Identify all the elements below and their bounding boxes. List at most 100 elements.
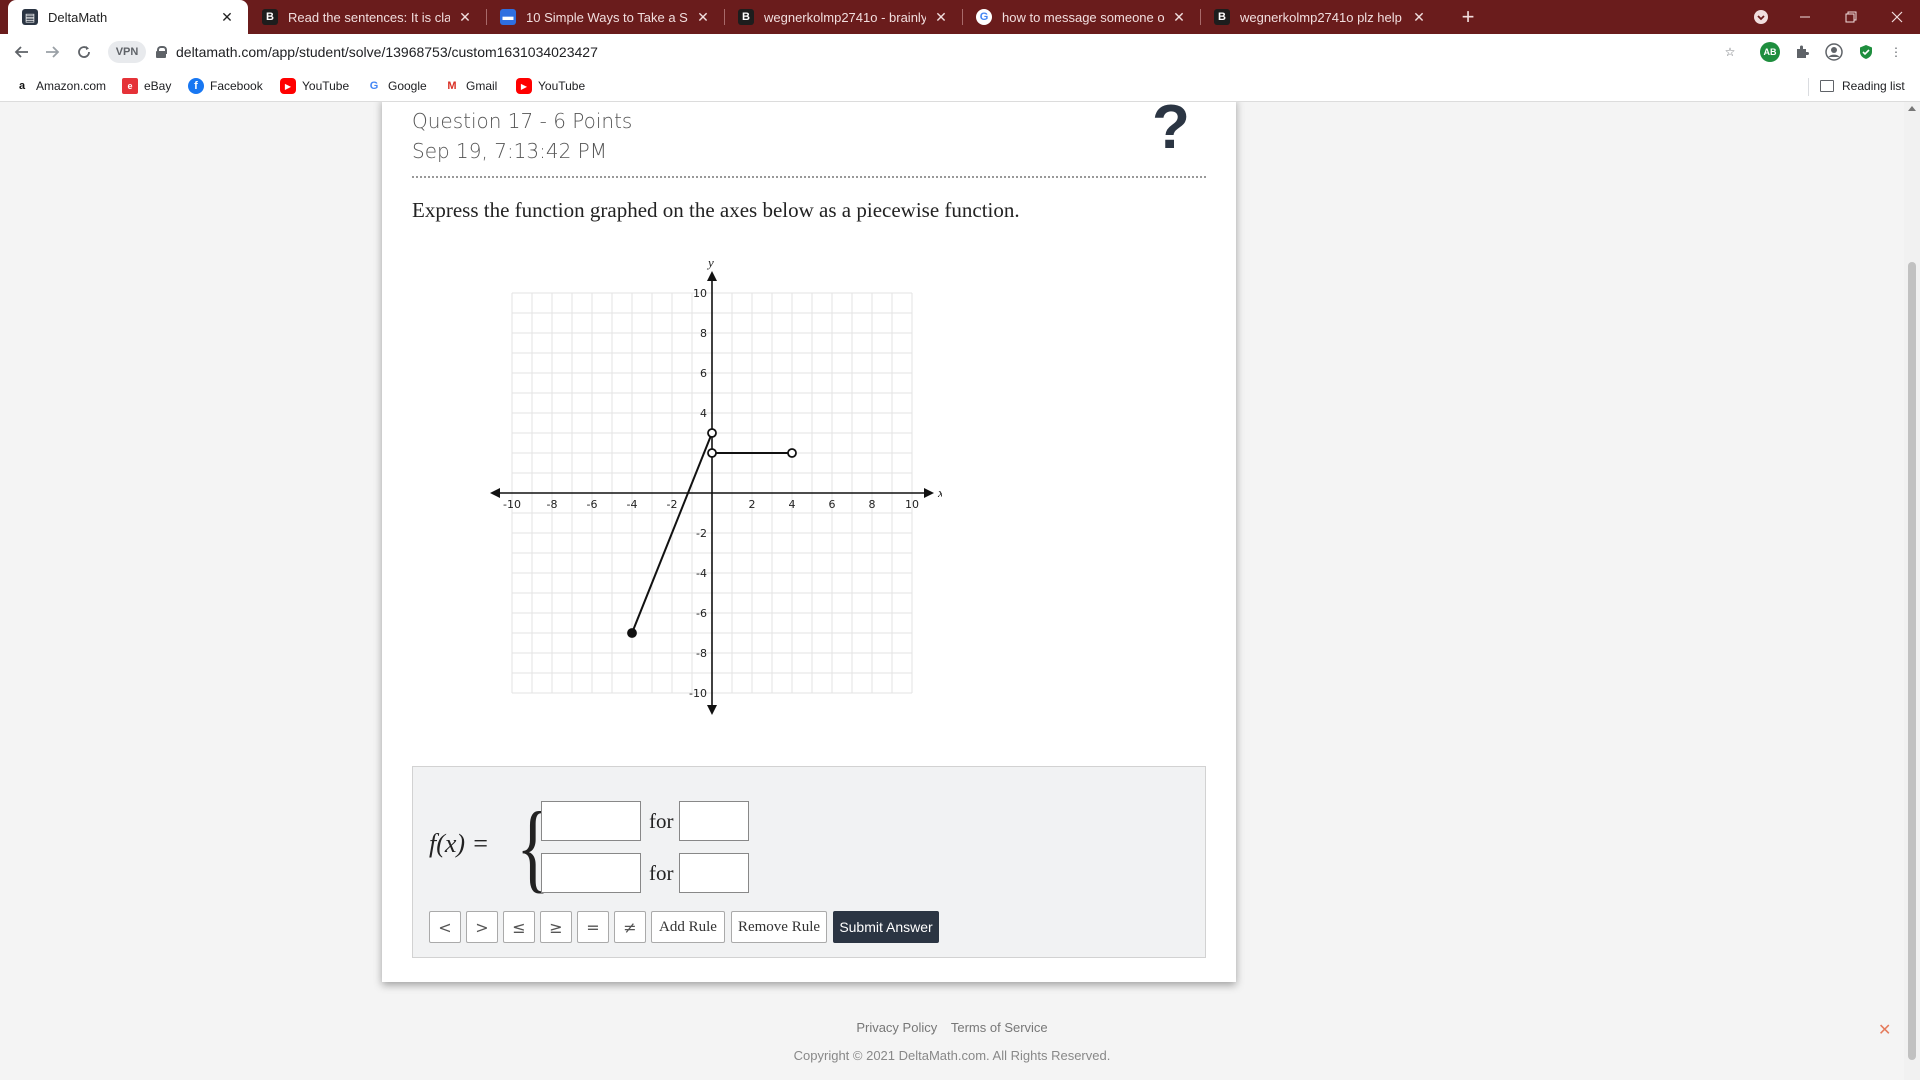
brainly-icon: B: [262, 9, 278, 25]
restore-icon[interactable]: [1828, 0, 1874, 34]
y-tick-label: 6: [700, 367, 707, 380]
bookmark-gmail[interactable]: M Gmail: [444, 77, 497, 95]
close-icon[interactable]: ✕: [932, 9, 950, 26]
y-tick-label: -10: [689, 687, 707, 700]
bookmark-label: YouTube: [302, 79, 350, 93]
extensions-icon[interactable]: [1792, 42, 1812, 62]
y-tick-label: 10: [693, 287, 707, 300]
bookmark-amazon[interactable]: a Amazon.com: [14, 77, 106, 95]
x-tick-label: 8: [869, 498, 876, 511]
tab-google-search[interactable]: G how to message someone on bra ✕: [962, 0, 1200, 34]
close-icon[interactable]: ✕: [456, 9, 474, 26]
less-equal-button[interactable]: ≤: [503, 911, 535, 943]
back-icon[interactable]: [10, 40, 34, 64]
bookmark-youtube[interactable]: ▶ YouTube: [280, 77, 349, 95]
close-icon[interactable]: ✕: [1410, 9, 1428, 26]
tab-title: Read the sentences: It is claimed: [288, 9, 450, 25]
equal-button[interactable]: =: [577, 911, 609, 943]
bookmark-label: YouTube: [538, 79, 586, 93]
bookmark-ebay[interactable]: e eBay: [122, 77, 171, 95]
rule-2-expression-input[interactable]: [541, 853, 641, 893]
minimize-icon[interactable]: [1782, 0, 1828, 34]
series-2-open-point: [707, 448, 717, 458]
profile-icon[interactable]: [1824, 42, 1844, 62]
tab-bar: ▤ DeltaMath ✕ B Read the sentences: It i…: [0, 0, 1920, 34]
forward-icon[interactable]: [40, 40, 64, 64]
close-icon[interactable]: ✕: [1878, 1020, 1891, 1040]
bookmark-facebook[interactable]: f Facebook: [188, 77, 263, 95]
close-icon[interactable]: ✕: [694, 9, 712, 26]
gmail-icon: M: [447, 80, 457, 92]
scrollbar[interactable]: [1904, 102, 1920, 1080]
y-tick-label: 4: [700, 407, 707, 420]
tab-search-icon[interactable]: [1738, 0, 1784, 34]
help-icon[interactable]: ?: [1152, 102, 1190, 163]
menu-icon[interactable]: ⋮: [1886, 42, 1906, 62]
x-tick-label: -8: [547, 498, 558, 511]
youtube-icon: ▶: [516, 78, 532, 94]
rule-1-for-label: for: [649, 809, 674, 833]
question-prompt: Express the function graphed on the axes…: [412, 198, 1020, 222]
tab-title: DeltaMath: [48, 9, 108, 25]
omnibox[interactable]: VPN deltamath.com/app/student/solve/1396…: [108, 38, 1748, 66]
function-graph: x y -10 -8 -6 -4 -2 2 4 6 8 10 10 8 6 4 -2 -4 -6 -8 -10: [490, 258, 942, 715]
close-window-icon[interactable]: [1874, 0, 1920, 34]
x-axis-label: x: [937, 485, 942, 500]
new-tab-button[interactable]: +: [1455, 4, 1481, 30]
series-1-closed-point: [627, 628, 637, 638]
close-icon[interactable]: ✕: [1170, 9, 1188, 26]
y-tick-label: -2: [696, 527, 707, 540]
y-axis-arrow-down: [707, 705, 717, 715]
star-icon[interactable]: ☆: [1720, 42, 1740, 62]
y-tick-label: -8: [696, 647, 707, 660]
bookmark-label: Google: [388, 79, 427, 93]
tab-brainly-help[interactable]: B wegnerkolmp2741o plz help me ✕: [1200, 0, 1440, 34]
reading-list-label: Reading list: [1842, 79, 1905, 93]
greater-than-button[interactable]: >: [466, 911, 498, 943]
reload-icon[interactable]: [72, 40, 96, 64]
tab-title: wegnerkolmp2741o - brainly.com: [764, 9, 926, 25]
terms-of-service-link[interactable]: Terms of Service: [951, 1020, 1048, 1035]
answer-panel: f(x) = { for for < > ≤ ≥ = ≠ Add Rule Re…: [412, 766, 1206, 958]
add-rule-button[interactable]: Add Rule: [651, 911, 725, 943]
deltamath-icon: ▤: [22, 9, 38, 25]
bookmark-label: eBay: [144, 79, 172, 93]
ebay-icon: e: [122, 78, 138, 94]
tab-brainly-profile[interactable]: B wegnerkolmp2741o - brainly.com ✕: [724, 0, 962, 34]
bookmarks-divider: [1808, 78, 1809, 96]
divider: [412, 176, 1206, 178]
bookmark-label: Facebook: [210, 79, 263, 93]
y-tick-label: -6: [696, 607, 707, 620]
bookmark-youtube-2[interactable]: ▶ YouTube: [516, 77, 585, 95]
url-text[interactable]: deltamath.com/app/student/solve/13968753…: [176, 44, 598, 60]
vpn-badge[interactable]: VPN: [108, 41, 146, 63]
series-2-open-point: [787, 448, 797, 458]
rule-1-expression-input[interactable]: [541, 801, 641, 841]
shield-icon[interactable]: [1856, 42, 1876, 62]
submit-answer-button[interactable]: Submit Answer: [833, 911, 939, 943]
greater-equal-button[interactable]: ≥: [540, 911, 572, 943]
not-equal-button[interactable]: ≠: [614, 911, 646, 943]
lock-icon[interactable]: [156, 46, 167, 58]
privacy-policy-link[interactable]: Privacy Policy: [856, 1020, 937, 1035]
scroll-thumb[interactable]: [1908, 262, 1916, 1060]
scroll-up-icon[interactable]: [1908, 106, 1916, 111]
rule-2-domain-input[interactable]: [679, 853, 749, 893]
remove-rule-button[interactable]: Remove Rule: [731, 911, 827, 943]
footer-links: Privacy Policy Terms of Service: [0, 1020, 1904, 1035]
brainly-icon: B: [1214, 9, 1230, 25]
tab-screenshot-guide[interactable]: ▬ 10 Simple Ways to Take a Screen ✕: [486, 0, 724, 34]
less-than-button[interactable]: <: [429, 911, 461, 943]
reading-list-icon: [1820, 80, 1834, 92]
google-icon: G: [369, 80, 379, 92]
fx-label: f(x) =: [429, 829, 490, 858]
y-axis-label: y: [706, 258, 714, 270]
tab-brainly-sentences[interactable]: B Read the sentences: It is claimed ✕: [248, 0, 486, 34]
rule-1-domain-input[interactable]: [679, 801, 749, 841]
close-icon[interactable]: ✕: [218, 9, 236, 26]
adblock-icon[interactable]: AB: [1760, 42, 1780, 62]
x-tick-label: 4: [789, 498, 796, 511]
tab-deltamath[interactable]: ▤ DeltaMath ✕: [8, 0, 248, 34]
bookmark-google[interactable]: G Google: [366, 77, 427, 95]
reading-list-button[interactable]: Reading list: [1820, 77, 1905, 95]
